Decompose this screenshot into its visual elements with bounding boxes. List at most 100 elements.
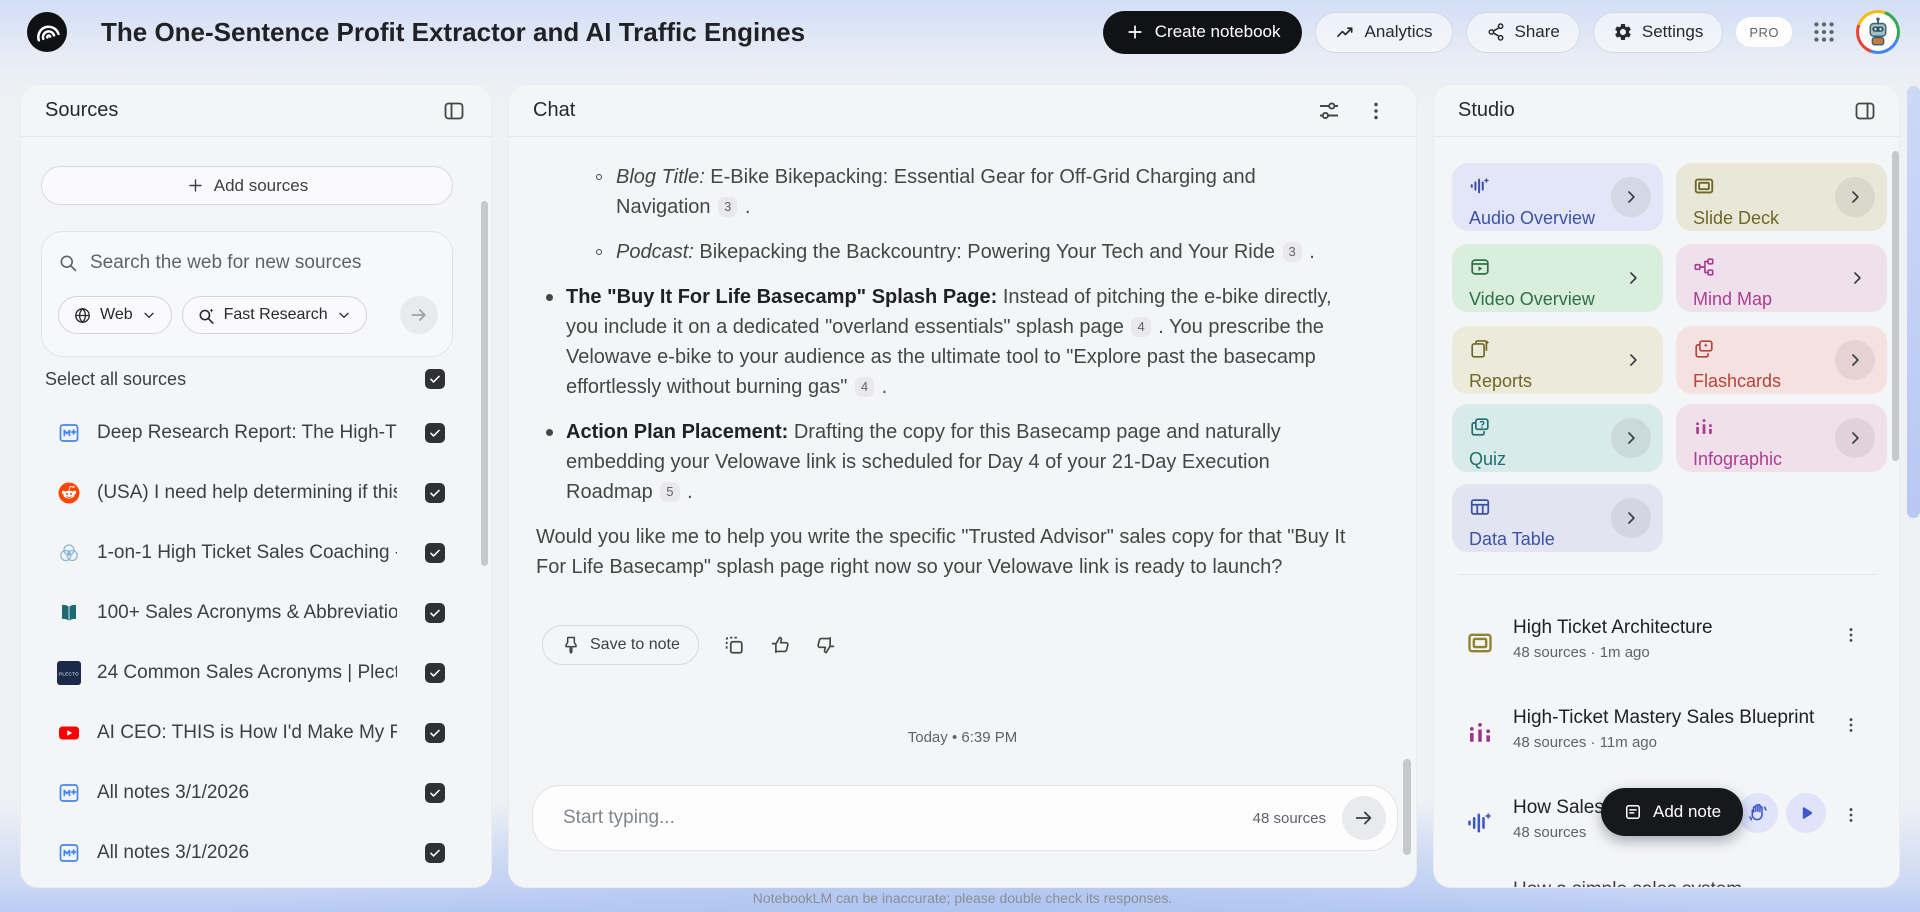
apps-grid-icon[interactable]	[1811, 19, 1837, 45]
source-checkbox[interactable]	[425, 663, 445, 683]
citation-chip[interactable]: 4	[1131, 317, 1150, 337]
note-more-menu-icon[interactable]	[1841, 715, 1861, 735]
source-checkbox[interactable]	[425, 543, 445, 563]
search-row	[58, 246, 438, 280]
youtube-icon	[57, 721, 81, 745]
studio-panel-title: Studio	[1458, 99, 1515, 122]
share-button[interactable]: Share	[1466, 12, 1580, 53]
search-input[interactable]	[90, 252, 420, 274]
source-row[interactable]: AI CEO: THIS is How I'd Make My First ..…	[21, 703, 492, 763]
chevron-down-icon	[141, 307, 157, 323]
chevron-right-icon[interactable]	[1611, 418, 1651, 458]
source-row[interactable]: All notes 3/1/2026	[21, 763, 492, 823]
chat-input[interactable]	[563, 807, 1253, 829]
source-checkbox[interactable]	[425, 603, 445, 623]
analytics-button[interactable]: Analytics	[1315, 12, 1452, 53]
share-label: Share	[1515, 22, 1560, 42]
source-checkbox[interactable]	[425, 843, 445, 863]
studio-note-row[interactable]: How a simple sales system ...	[1434, 877, 1900, 888]
note-more-menu-icon[interactable]	[1841, 625, 1861, 645]
source-title: 24 Common Sales Acronyms | Plecto	[97, 662, 397, 684]
add-sources-button[interactable]: Add sources	[41, 166, 453, 205]
infographic-icon	[1466, 719, 1494, 747]
note-more-menu-icon[interactable]	[1841, 805, 1861, 825]
chevron-right-icon[interactable]	[1623, 268, 1643, 288]
source-title: All notes 3/1/2026	[97, 782, 249, 804]
chat-scrollbar[interactable]	[1403, 759, 1411, 855]
window-scrollbar[interactable]	[1907, 86, 1920, 518]
pro-badge: PRO	[1736, 17, 1792, 47]
interactive-mode-button[interactable]	[1738, 793, 1778, 833]
chevron-right-icon[interactable]	[1611, 177, 1651, 217]
studio-tile-video-overview[interactable]: Video Overview	[1452, 244, 1663, 312]
citation-chip[interactable]: 4	[855, 377, 874, 397]
studio-scrollbar[interactable]	[1892, 151, 1899, 461]
notebooklm-logo-icon[interactable]	[27, 12, 67, 52]
notebook-title[interactable]: The One-Sentence Profit Extractor and AI…	[101, 17, 805, 48]
studio-tile-data-table[interactable]: Data Table	[1452, 484, 1663, 552]
studio-note-row[interactable]: High-Ticket Mastery Sales Blueprint 48 s…	[1434, 705, 1900, 763]
source-checkbox[interactable]	[425, 483, 445, 503]
source-row[interactable]: (USA) I need help determining if this r.…	[21, 463, 492, 523]
studio-note-row[interactable]: High Ticket Architecture 48 sources · 1m…	[1434, 615, 1900, 673]
text-segment: .	[1304, 241, 1315, 263]
save-to-note-button[interactable]: Save to note	[542, 625, 699, 665]
citation-chip[interactable]: 3	[718, 197, 737, 217]
answer-actions: Save to note	[542, 625, 837, 665]
studio-tile-flashcards[interactable]: Flashcards	[1676, 326, 1887, 394]
source-row[interactable]: Deep Research Report: The High-Tick...	[21, 403, 492, 463]
chevron-right-icon[interactable]	[1835, 340, 1875, 380]
studio-tile-quiz[interactable]: Quiz	[1452, 404, 1663, 472]
chevron-right-icon[interactable]	[1611, 498, 1651, 538]
settings-button[interactable]: Settings	[1593, 12, 1723, 53]
source-checkbox[interactable]	[425, 723, 445, 743]
studio-tile-slide-deck[interactable]: Slide Deck	[1676, 163, 1887, 231]
source-row[interactable]: All notes 3/1/2026	[21, 823, 492, 883]
slide-deck-icon	[1466, 629, 1494, 657]
chat-block-sub: Podcast: Bikepacking the Backcountry: Po…	[536, 237, 1352, 267]
source-row[interactable]: 100+ Sales Acronyms & Abbreviations...	[21, 583, 492, 643]
chevron-right-icon[interactable]	[1835, 177, 1875, 217]
studio-tile-infographic[interactable]: Infographic	[1676, 404, 1887, 472]
bullet-marker	[596, 249, 602, 255]
collapse-sources-panel-icon[interactable]	[442, 99, 466, 123]
create-notebook-button[interactable]: Create notebook	[1103, 11, 1303, 54]
chat-send-button[interactable]	[1342, 796, 1386, 840]
collapse-studio-panel-icon[interactable]	[1853, 99, 1877, 123]
copy-icon[interactable]	[723, 634, 745, 656]
note-title: High Ticket Architecture	[1513, 617, 1713, 639]
avatar[interactable]	[1856, 10, 1900, 54]
chat-more-menu-icon[interactable]	[1364, 99, 1388, 123]
sources-scrollbar[interactable]	[481, 201, 488, 566]
source-row[interactable]: PLECTO 24 Common Sales Acronyms | Plecto	[21, 643, 492, 703]
search-filter-row: Web Fast Research	[58, 296, 438, 334]
source-row[interactable]: 1-on-1 High Ticket Sales Coaching - K...	[21, 523, 492, 583]
search-submit-button[interactable]	[400, 296, 438, 334]
thumbs-down-icon[interactable]	[815, 634, 837, 656]
play-button[interactable]	[1786, 793, 1826, 833]
source-title: AI CEO: THIS is How I'd Make My First ..…	[97, 722, 397, 744]
chevron-right-icon[interactable]	[1847, 268, 1867, 288]
chevron-right-icon[interactable]	[1623, 350, 1643, 370]
add-note-button[interactable]: Add note	[1601, 788, 1743, 836]
bullet-marker	[596, 174, 602, 180]
chevron-right-icon[interactable]	[1835, 418, 1875, 458]
thumbs-up-icon[interactable]	[769, 634, 791, 656]
studio-tile-reports[interactable]: Reports	[1452, 326, 1663, 394]
text-segment: Blog Title:	[616, 166, 705, 188]
chevron-down-icon	[336, 307, 352, 323]
web-filter-dropdown[interactable]: Web	[58, 296, 172, 334]
studio-tile-audio-overview[interactable]: Audio Overview	[1452, 163, 1663, 231]
research-mode-dropdown[interactable]: Fast Research	[182, 296, 367, 334]
source-checkbox[interactable]	[425, 783, 445, 803]
select-all-checkbox[interactable]	[425, 369, 445, 389]
citation-chip[interactable]: 3	[1283, 242, 1302, 262]
source-checkbox[interactable]	[425, 423, 445, 443]
chat-settings-icon[interactable]	[1317, 99, 1341, 123]
studio-tile-mind-map[interactable]: Mind Map	[1676, 244, 1887, 312]
note-meta: 48 sources · 11m ago	[1513, 734, 1657, 751]
citation-chip[interactable]: 5	[660, 482, 679, 502]
chat-input-box: 48 sources	[532, 785, 1398, 851]
reports-icon	[1469, 338, 1491, 360]
text-segment: .	[876, 376, 887, 398]
